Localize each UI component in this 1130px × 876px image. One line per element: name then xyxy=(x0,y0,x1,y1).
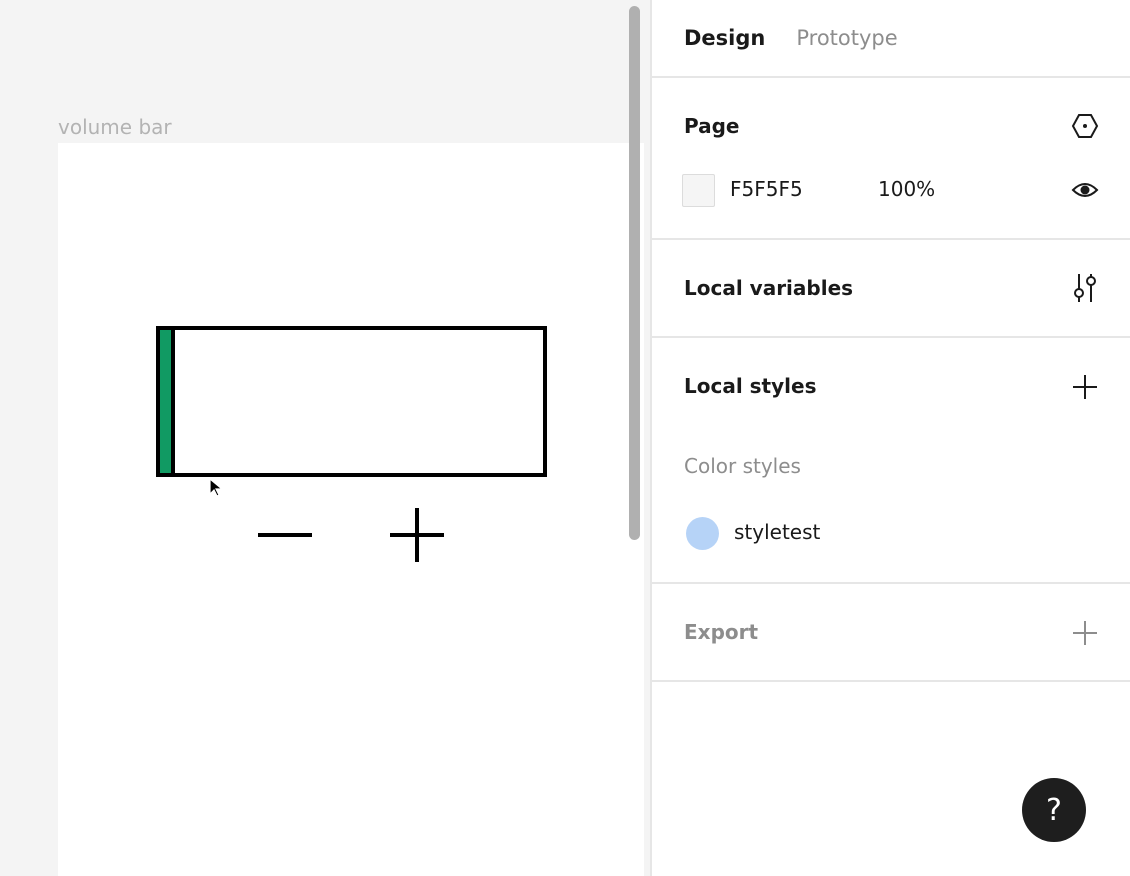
canvas-scrollbar[interactable] xyxy=(629,6,640,540)
export-section: Export xyxy=(652,584,1130,682)
color-style-item[interactable]: styletest xyxy=(652,508,1130,558)
color-style-swatch xyxy=(686,517,719,550)
local-styles-title: Local styles xyxy=(684,374,816,398)
help-button[interactable]: ? xyxy=(1022,778,1086,842)
tab-design[interactable]: Design xyxy=(684,26,765,50)
tab-prototype[interactable]: Prototype xyxy=(796,26,897,50)
panel-tabs: Design Prototype xyxy=(652,0,1130,78)
page-color-swatch[interactable] xyxy=(682,174,715,207)
eye-icon[interactable] xyxy=(1070,175,1100,205)
page-section-title: Page xyxy=(684,114,740,138)
page-color-opacity[interactable]: 100% xyxy=(878,177,935,201)
hexagon-icon[interactable] xyxy=(1070,111,1100,141)
local-variables-section: Local variables xyxy=(652,240,1130,338)
local-variables-title[interactable]: Local variables xyxy=(684,276,853,300)
mouse-pointer-icon xyxy=(208,478,226,498)
frame[interactable] xyxy=(58,143,644,876)
volume-down-button[interactable] xyxy=(258,533,312,537)
sliders-icon[interactable] xyxy=(1070,273,1100,303)
volume-fill xyxy=(160,330,175,473)
volume-bar[interactable] xyxy=(156,326,547,477)
volume-up-button[interactable] xyxy=(390,508,444,562)
page-section: Page xyxy=(652,78,1130,240)
color-styles-label: Color styles xyxy=(684,454,801,478)
plus-icon[interactable] xyxy=(1070,372,1100,402)
properties-panel: Design Prototype Page F5F5F5 100% Local … xyxy=(650,0,1130,876)
page-color-hex[interactable]: F5F5F5 xyxy=(730,177,803,201)
frame-label[interactable]: volume bar xyxy=(58,115,172,139)
plus-icon[interactable] xyxy=(1070,618,1100,648)
export-title: Export xyxy=(684,620,758,644)
local-styles-section: Local styles Color styles styletest xyxy=(652,338,1130,584)
color-style-name: styletest xyxy=(734,520,820,544)
canvas[interactable]: volume bar xyxy=(0,0,650,876)
